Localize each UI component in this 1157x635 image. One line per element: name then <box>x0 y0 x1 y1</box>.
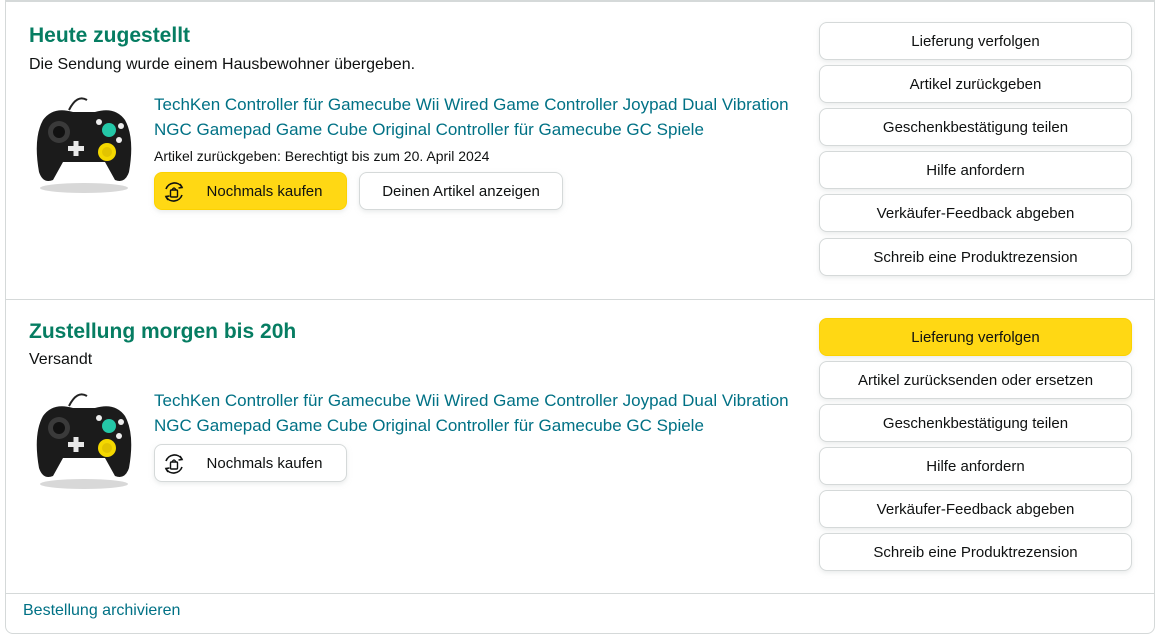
shipment-status-subtitle: Versandt <box>29 351 93 368</box>
shipment-status-title: Zustellung morgen bis 20h <box>29 320 297 343</box>
gamecube-controller-image <box>36 393 132 489</box>
footer-divider <box>6 593 1154 594</box>
get-help-button[interactable]: Hilfe anfordern <box>819 447 1132 485</box>
return-eligibility-note: Artikel zurückgeben: Berechtigt bis zum … <box>154 148 490 164</box>
shipment-arriving-tomorrow: Zustellung morgen bis 20h Versandt TechK… <box>6 299 1154 593</box>
write-review-button[interactable]: Schreib eine Produktrezension <box>819 238 1132 276</box>
share-gift-receipt-button[interactable]: Geschenkbestätigung teilen <box>819 108 1132 146</box>
view-item-button[interactable]: Deinen Artikel anzeigen <box>359 172 563 210</box>
share-gift-receipt-button[interactable]: Geschenkbestätigung teilen <box>819 404 1132 442</box>
buy-again-label: Nochmals kaufen <box>206 454 323 472</box>
product-thumbnail[interactable] <box>29 90 139 200</box>
product-title-link[interactable]: TechKen Controller für Gamecube Wii Wire… <box>154 92 814 142</box>
seller-feedback-button[interactable]: Verkäufer-Feedback abgeben <box>819 490 1132 528</box>
track-package-button[interactable]: Lieferung verfolgen <box>819 22 1132 60</box>
shipment-status-subtitle: Die Sendung wurde einem Hausbewohner übe… <box>29 56 416 73</box>
return-item-button[interactable]: Artikel zurückgeben <box>819 65 1132 103</box>
buy-again-button[interactable]: Nochmals kaufen <box>154 172 347 210</box>
buy-again-button[interactable]: Nochmals kaufen <box>154 444 347 482</box>
return-or-replace-button[interactable]: Artikel zurücksenden oder ersetzen <box>819 361 1132 399</box>
get-help-button[interactable]: Hilfe anfordern <box>819 151 1132 189</box>
shipment-status-title: Heute zugestellt <box>29 24 191 47</box>
write-review-button[interactable]: Schreib eine Produktrezension <box>819 533 1132 571</box>
archive-order-link[interactable]: Bestellung archivieren <box>23 602 180 620</box>
buy-again-label: Nochmals kaufen <box>206 182 323 200</box>
seller-feedback-button[interactable]: Verkäufer-Feedback abgeben <box>819 194 1132 232</box>
order-card: Heute zugestellt Die Sendung wurde einem… <box>5 0 1155 634</box>
buy-again-icon <box>164 454 184 474</box>
gamecube-controller-image <box>36 97 132 193</box>
shipment-delivered-today: Heute zugestellt Die Sendung wurde einem… <box>6 2 1154 298</box>
product-title-link[interactable]: TechKen Controller für Gamecube Wii Wire… <box>154 388 814 438</box>
track-package-button[interactable]: Lieferung verfolgen <box>819 318 1132 356</box>
product-thumbnail[interactable] <box>29 386 139 496</box>
buy-again-icon <box>164 182 184 202</box>
